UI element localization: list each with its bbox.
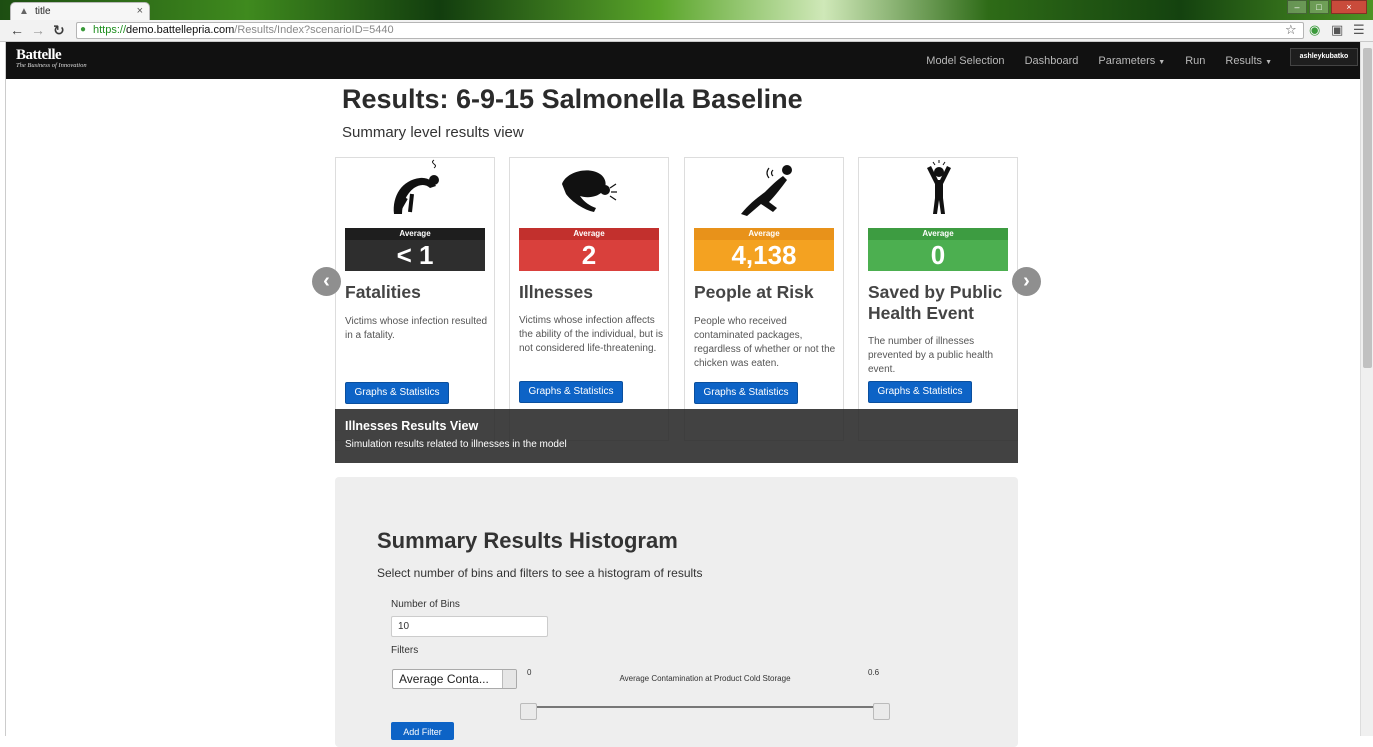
- lock-icon: ●: [80, 24, 87, 35]
- slider-label: Average Contamination at Product Cold St…: [619, 674, 791, 683]
- bins-label: Number of Bins: [391, 599, 460, 610]
- card-people-at-risk: Average 4,138 People at Risk People who …: [684, 157, 844, 441]
- caret-down-icon: ▼: [1265, 58, 1272, 66]
- nav-dashboard[interactable]: Dashboard: [1015, 55, 1089, 67]
- cast-icon[interactable]: ▣: [1331, 22, 1343, 38]
- graphs-statistics-button[interactable]: Graphs & Statistics: [519, 381, 623, 403]
- card-title: Saved by Public Health Event: [868, 282, 1003, 323]
- menu-icon[interactable]: ☰: [1353, 22, 1365, 38]
- card-saved-public-health: Average 0 Saved by Public Health Event T…: [858, 157, 1018, 441]
- dropdown-icon: [502, 670, 516, 688]
- site-navbar: Battelle The Business of Innovation Mode…: [6, 42, 1360, 79]
- average-label: Average: [694, 228, 834, 240]
- brand-logo[interactable]: Battelle The Business of Innovation: [16, 47, 87, 69]
- card-illnesses: Average 2 Illnesses Victims whose infect…: [509, 157, 669, 441]
- carousel-caption: Illnesses Results View Simulation result…: [335, 409, 1018, 463]
- average-label: Average: [345, 228, 485, 240]
- fatality-figure-icon: [393, 159, 439, 214]
- filters-label: Filters: [391, 645, 419, 656]
- graphs-statistics-button[interactable]: Graphs & Statistics: [345, 382, 449, 404]
- range-slider-track[interactable]: [527, 706, 882, 708]
- carousel-prev-icon[interactable]: ‹: [312, 267, 341, 296]
- graphs-statistics-button[interactable]: Graphs & Statistics: [868, 381, 972, 403]
- card-description: Victims whose infection affects the abil…: [519, 315, 663, 354]
- forward-icon[interactable]: →: [31, 22, 45, 38]
- nav-parameters[interactable]: Parameters ▼: [1088, 55, 1175, 67]
- average-people-at-risk: Average 4,138: [694, 228, 834, 271]
- filter-select[interactable]: Average Conta...: [392, 669, 517, 689]
- window-controls: – □ ×: [1287, 0, 1367, 14]
- average-value: 0: [930, 240, 946, 270]
- average-value: 2: [581, 240, 597, 270]
- card-title: Fatalities: [345, 282, 421, 302]
- star-icon[interactable]: ☆: [1285, 22, 1297, 38]
- nav-run[interactable]: Run: [1175, 55, 1215, 67]
- slider-max-handle[interactable]: [873, 703, 890, 720]
- card-description: The number of illnesses prevented by a p…: [868, 336, 994, 375]
- browser-toolbar: ← → ↻ ● https://demo.battellepria.com/Re…: [0, 20, 1373, 42]
- histogram-subtitle: Select number of bins and filters to see…: [377, 566, 703, 580]
- average-value: < 1: [396, 240, 434, 270]
- card-fatalities: Average < 1 Fatalities Victims whose inf…: [335, 157, 495, 441]
- left-edge: [0, 42, 6, 736]
- tab-close-icon[interactable]: ×: [137, 5, 143, 17]
- average-saved: Average 0: [868, 228, 1008, 271]
- url-path: /Results/Index?scenarioID=5440: [234, 24, 394, 36]
- back-icon[interactable]: ←: [10, 22, 24, 38]
- nav-model-selection[interactable]: Model Selection: [916, 55, 1014, 67]
- caption-text: Simulation results related to illnesses …: [345, 439, 567, 450]
- scrollbar-thumb[interactable]: [1363, 48, 1372, 368]
- slider-max: 0.6: [868, 668, 880, 677]
- average-label: Average: [868, 228, 1008, 240]
- at-risk-figure-icon: [741, 165, 792, 216]
- saved-figure-icon: [927, 160, 951, 214]
- carousel-next-icon[interactable]: ›: [1012, 267, 1041, 296]
- bins-input[interactable]: 10: [391, 616, 548, 637]
- page-favicon-icon: ▲: [19, 6, 29, 17]
- filter-selected-value: Average Conta...: [399, 672, 489, 686]
- ill-figure-icon: [562, 170, 617, 212]
- page-title: Results: 6-9-15 Salmonella Baseline: [342, 84, 803, 114]
- page-scrollbar[interactable]: [1360, 42, 1373, 736]
- add-filter-button[interactable]: Add Filter: [391, 722, 454, 740]
- tab-title: title: [35, 6, 51, 17]
- slider-min-handle[interactable]: [520, 703, 537, 720]
- browser-tab-strip: ▲ title × – □ ×: [0, 0, 1373, 20]
- histogram-title: Summary Results Histogram: [377, 528, 678, 553]
- caret-down-icon: ▼: [1158, 58, 1166, 66]
- browser-tab[interactable]: ▲ title ×: [10, 2, 150, 20]
- card-description: Victims whose infection resulted in a fa…: [345, 316, 488, 341]
- user-menu[interactable]: ashleykubatko: [1290, 48, 1358, 66]
- graphs-statistics-button[interactable]: Graphs & Statistics: [694, 382, 798, 404]
- page-subtitle: Summary level results view: [342, 124, 524, 141]
- average-value: 4,138: [731, 240, 797, 270]
- extension-icon[interactable]: ◉: [1309, 22, 1320, 38]
- url-host: demo.battellepria.com: [126, 24, 235, 36]
- minimize-icon[interactable]: –: [1287, 0, 1307, 14]
- url-scheme: https://: [93, 24, 127, 36]
- address-bar[interactable]: ● https://demo.battellepria.com/Results/…: [76, 22, 1304, 39]
- reload-icon[interactable]: ↻: [53, 22, 65, 39]
- brand-tagline: The Business of Innovation: [16, 62, 87, 69]
- nav-results[interactable]: Results ▼: [1215, 55, 1282, 67]
- card-title: People at Risk: [694, 282, 814, 302]
- average-illnesses: Average 2: [519, 228, 659, 271]
- caption-title: Illnesses Results View: [345, 419, 479, 433]
- average-label: Average: [519, 228, 659, 240]
- maximize-icon[interactable]: □: [1309, 0, 1329, 14]
- window-close-icon[interactable]: ×: [1331, 0, 1367, 14]
- slider-min: 0: [527, 668, 532, 677]
- nav-links: Model Selection Dashboard Parameters ▼ Ru…: [916, 42, 1282, 79]
- card-title: Illnesses: [519, 282, 593, 302]
- card-description: People who received contaminated package…: [694, 316, 836, 369]
- average-fatalities: Average < 1: [345, 228, 485, 271]
